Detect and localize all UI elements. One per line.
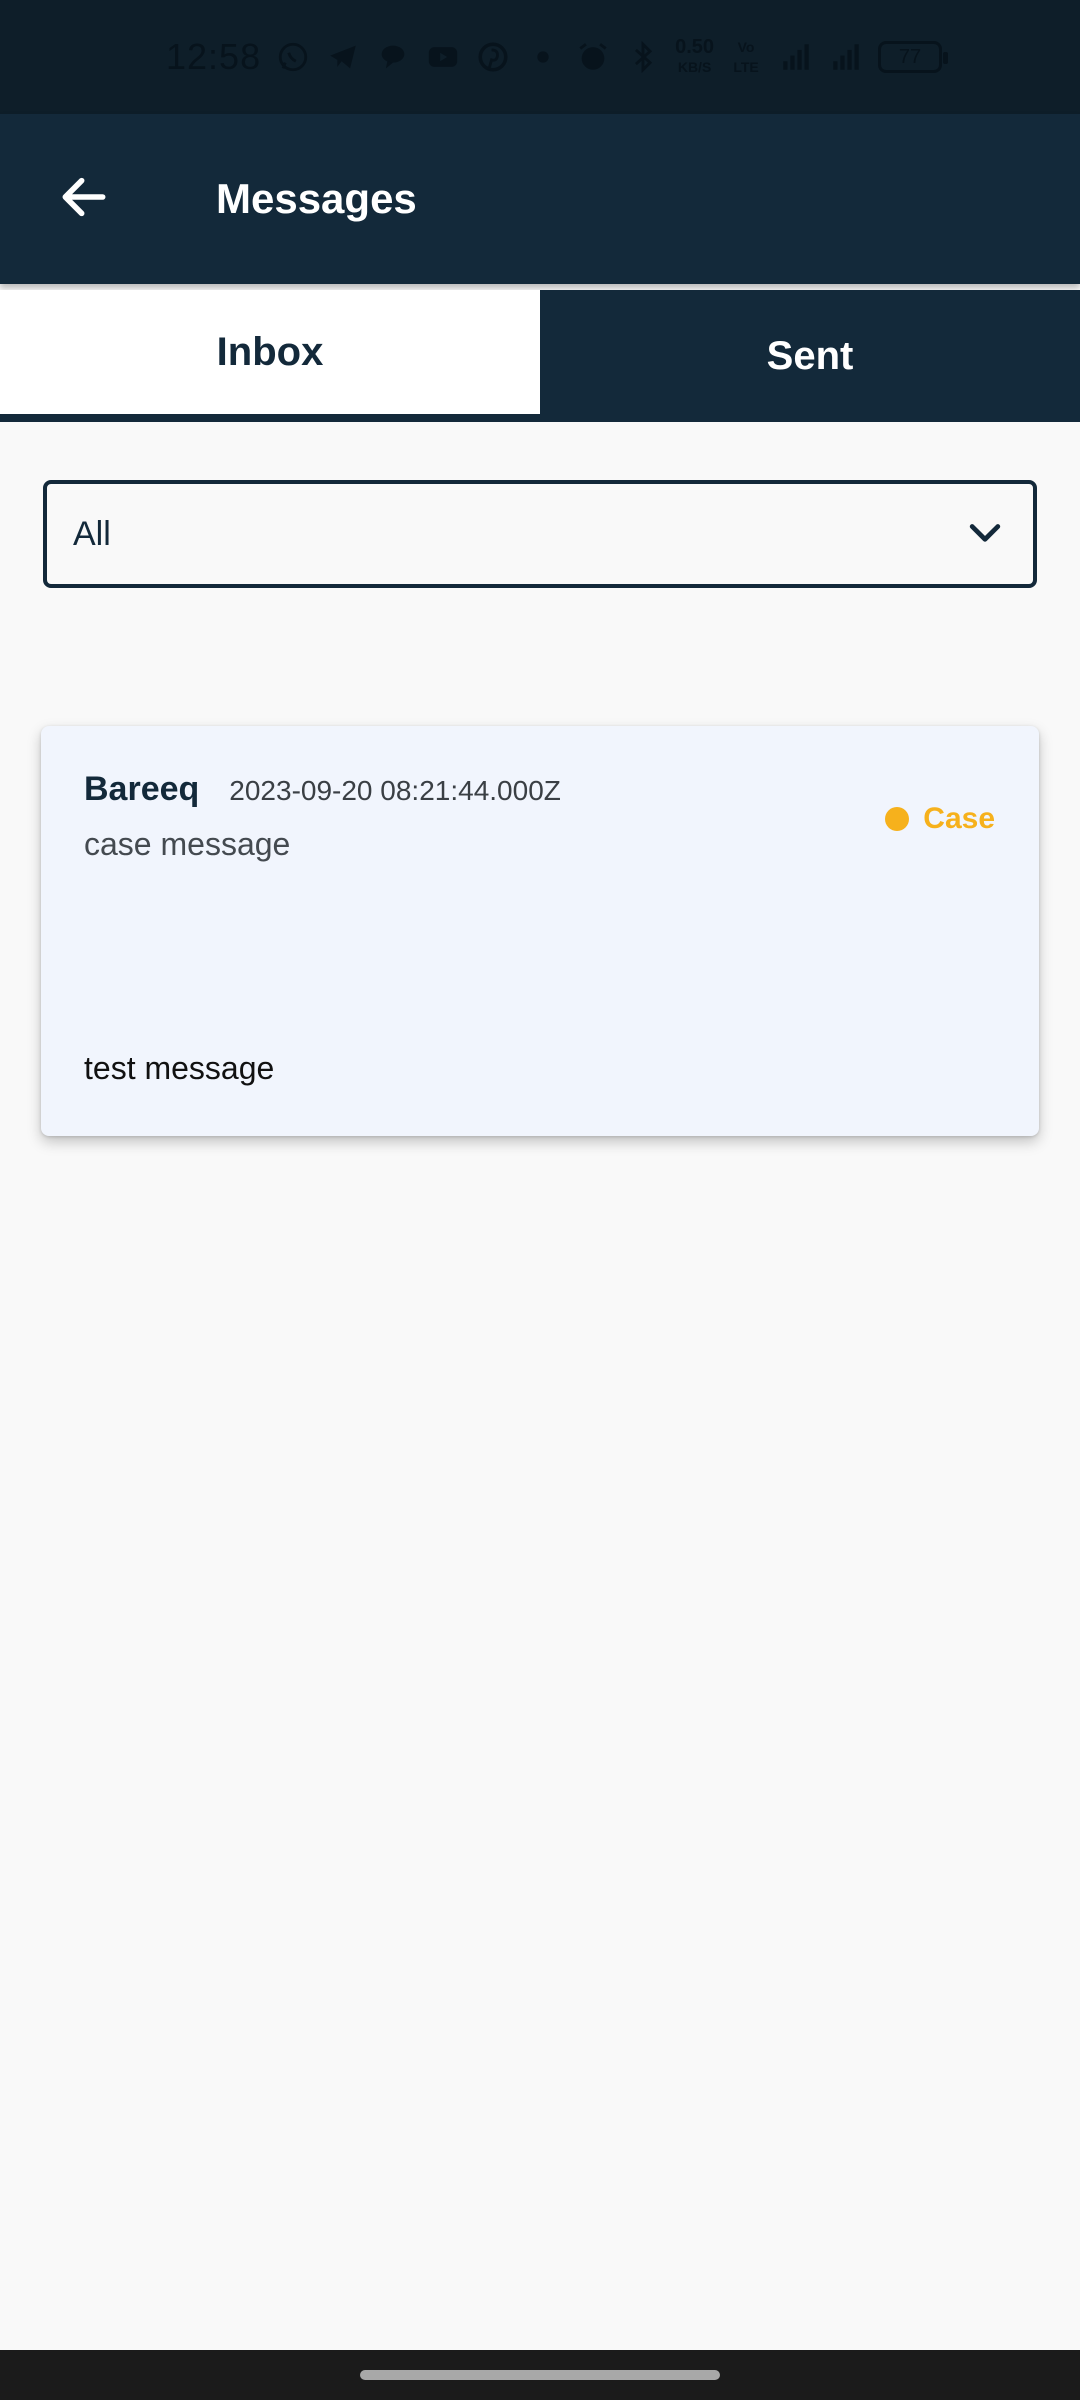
pinterest-icon: [475, 39, 511, 75]
bluetooth-icon: [625, 39, 661, 75]
chevron-down-icon: [963, 510, 1007, 559]
message-subject: case message: [84, 826, 291, 862]
speed-unit: KB/S: [677, 59, 712, 75]
back-button[interactable]: [34, 149, 134, 249]
telegram-icon: [325, 39, 361, 75]
network-speed: 0.50 KB/S: [675, 37, 714, 77]
filter-dropdown[interactable]: All: [43, 480, 1037, 588]
system-nav-bar: [0, 2350, 1080, 2400]
battery-indicator: 77: [878, 41, 949, 73]
filter-value: All: [73, 514, 111, 553]
status-dot-icon: [885, 807, 910, 831]
status-bar: 12:58 0.50 KB/S Vo LTE 77: [0, 0, 1080, 114]
tab-bar: Inbox Sent: [0, 290, 1080, 422]
chat-bubble-icon: [375, 39, 411, 75]
message-header: Bareeq 2023-09-20 08:21:44.000Z: [84, 770, 561, 809]
arrow-left-icon: [56, 169, 112, 230]
speed-value: 0.50: [675, 36, 715, 58]
status-badge: Case: [885, 802, 995, 836]
message-timestamp: 2023-09-20 08:21:44.000Z: [229, 775, 561, 806]
alarm-icon: [575, 39, 611, 75]
status-time: 12:58: [166, 36, 262, 77]
tab-inbox[interactable]: Inbox: [0, 290, 540, 414]
message-body: test message: [84, 1050, 275, 1086]
dot-icon: [525, 39, 561, 75]
volte-indicator: Vo LTE: [733, 39, 759, 75]
badge-label: Case: [923, 802, 995, 835]
app-bar: Messages: [0, 114, 1080, 284]
youtube-icon: [425, 39, 461, 75]
page-title: Messages: [216, 175, 417, 222]
whatsapp-icon: [275, 39, 311, 75]
tab-sent[interactable]: Sent: [540, 290, 1080, 422]
status-icons: 0.50 KB/S Vo LTE 77: [275, 37, 949, 77]
message-sender: Bareeq: [84, 770, 200, 808]
signal-icon: [828, 39, 864, 75]
message-card[interactable]: Bareeq 2023-09-20 08:21:44.000Z case mes…: [41, 726, 1039, 1136]
signal-4g-icon: [778, 39, 814, 75]
home-gesture-handle[interactable]: [360, 2370, 720, 2380]
